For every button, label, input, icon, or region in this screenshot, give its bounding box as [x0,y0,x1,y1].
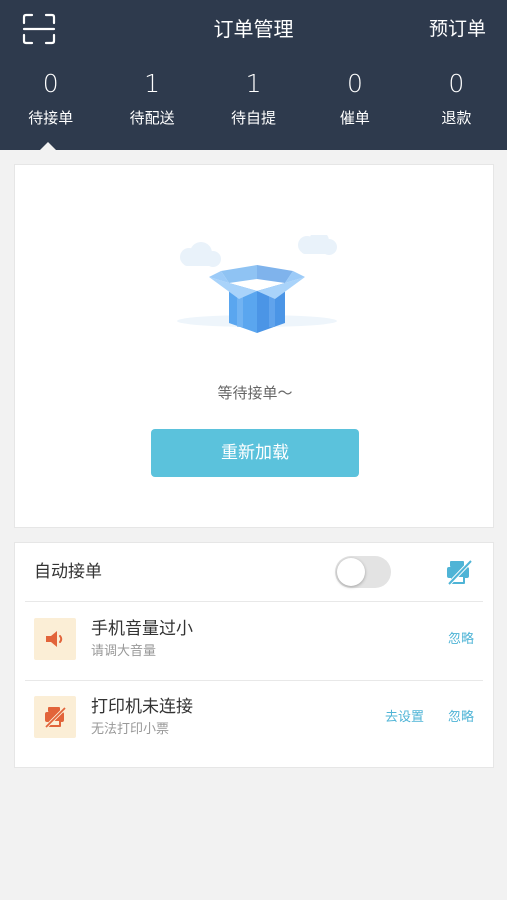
go-settings-link[interactable]: 去设置 [385,708,424,728]
printer-alert-row: 打印机未连接 无法打印小票 去设置 忽略 [15,680,493,758]
toggle-knob [337,558,365,586]
tab-label: 催单 [339,109,370,127]
reload-button[interactable]: 重新加载 [151,429,359,477]
alert-subtitle: 请调大音量 [91,644,157,659]
alert-subtitle: 无法打印小票 [91,722,170,737]
top-navigation: 订单管理 预订单 [0,0,507,58]
tab-refunds[interactable]: 0 退款 [406,66,507,142]
tab-count: 1 [245,69,262,98]
printer-disconnected-icon[interactable] [445,558,473,586]
empty-box-illustration [169,231,345,345]
tab-label: 待配送 [129,109,175,127]
preorder-button[interactable]: 预订单 [429,16,486,42]
tab-count: 0 [42,69,59,98]
tab-count: 0 [346,69,363,98]
auto-accept-toggle[interactable] [335,556,391,588]
tab-pending-pickup[interactable]: 1 待自提 [203,66,304,142]
printer-off-icon [34,696,76,738]
empty-state-card: 等待接单～ 重新加载 [14,164,494,528]
alert-title: 打印机未连接 [91,697,193,717]
speaker-icon [34,618,76,660]
tab-count: 0 [448,69,465,98]
volume-alert-row: 手机音量过小 请调大音量 忽略 [15,602,493,680]
ignore-link[interactable]: 忽略 [448,708,474,728]
auto-accept-row: 自动接单 [15,543,493,601]
active-tab-indicator [39,142,57,151]
alert-title: 手机音量过小 [91,619,193,639]
tab-label: 待接单 [28,109,74,127]
settings-card: 自动接单 手机音量过小 请调大音量 忽略 打印机未连接 无法打印小票 去设置 忽… [14,542,494,768]
auto-accept-label: 自动接单 [34,562,102,582]
order-status-tabs: 0 待接单 1 待配送 1 待自提 0 催单 0 退款 [0,66,507,142]
ignore-link[interactable]: 忽略 [448,630,474,650]
header-bar: 订单管理 预订单 0 待接单 1 待配送 1 待自提 0 催单 0 退款 [0,0,507,150]
tab-reminders[interactable]: 0 催单 [304,66,405,142]
empty-state-message: 等待接单～ [217,384,293,402]
tab-label: 待自提 [231,109,277,127]
tab-pending-accept[interactable]: 0 待接单 [0,66,101,142]
tab-count: 1 [144,69,161,98]
tab-pending-delivery[interactable]: 1 待配送 [101,66,202,142]
tab-label: 退款 [441,109,472,127]
